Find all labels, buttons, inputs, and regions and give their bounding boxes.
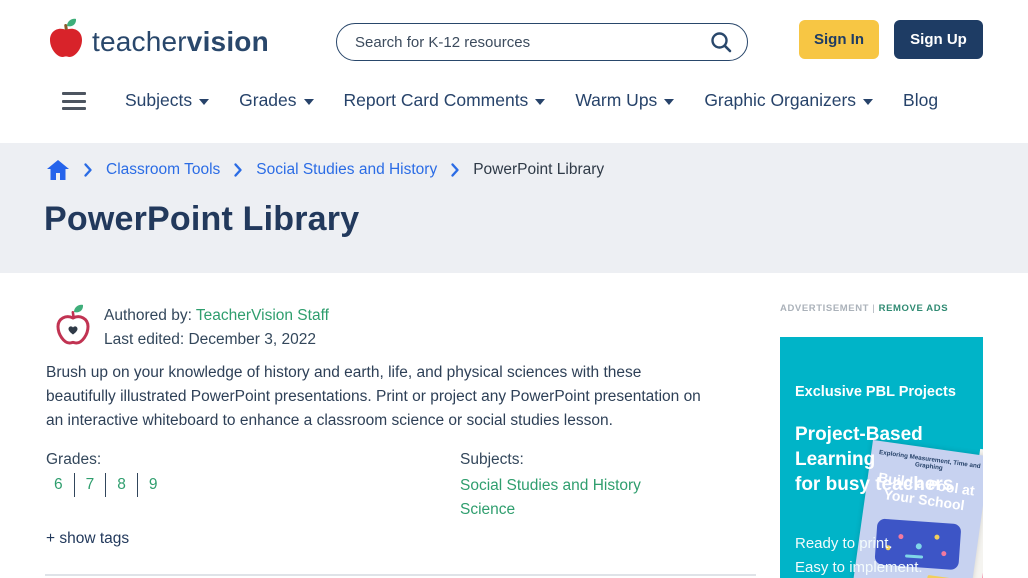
hamburger-menu-icon[interactable]	[62, 92, 86, 110]
ad-headline: Project-Based Learning for busy teachers	[795, 422, 953, 497]
nav-item-report-card-comments[interactable]: Report Card Comments	[344, 90, 546, 111]
nav-item-grades[interactable]: Grades	[239, 90, 313, 111]
breadcrumb: Classroom Tools Social Studies and Histo…	[46, 159, 604, 181]
authored-by-label: Authored by:	[104, 307, 196, 324]
author-link[interactable]: TeacherVision Staff	[196, 307, 329, 324]
last-edited: Last edited: December 3, 2022	[104, 328, 329, 352]
show-tags-link[interactable]: + show tags	[46, 530, 129, 548]
chevron-down-icon	[664, 99, 674, 105]
ad-label-row: ADVERTISEMENT | REMOVE ADS	[780, 303, 948, 314]
search-bar[interactable]	[336, 23, 748, 61]
breadcrumb-current: PowerPoint Library	[473, 161, 604, 179]
sign-up-button[interactable]: Sign Up	[894, 20, 983, 59]
author-apple-icon	[54, 303, 92, 354]
grades-label: Grades:	[46, 451, 101, 469]
home-icon[interactable]	[46, 159, 70, 181]
nav-item-blog[interactable]: Blog	[903, 90, 938, 111]
search-icon[interactable]	[709, 30, 733, 54]
grades-list: 6 7 8 9	[48, 473, 169, 497]
breadcrumb-link-social-studies[interactable]: Social Studies and History	[256, 161, 437, 179]
page-title: PowerPoint Library	[44, 200, 359, 239]
ad-body-line-2: Easy to implement.	[795, 559, 923, 576]
nav-item-warm-ups[interactable]: Warm Ups	[575, 90, 674, 111]
subjects-label: Subjects:	[460, 451, 524, 469]
chevron-down-icon	[304, 99, 314, 105]
subjects-list: Social Studies and History Science	[460, 474, 641, 522]
ad-body-line-1: Ready to print.	[795, 535, 893, 552]
search-input[interactable]	[355, 34, 709, 51]
advertisement-banner[interactable]: Exploring Measurement, Time and Graphing…	[780, 337, 983, 578]
main-nav: Subjects Grades Report Card Comments War…	[125, 90, 938, 111]
grade-link-9[interactable]: 9	[137, 473, 169, 497]
logo-wordmark: teachervision	[92, 26, 269, 58]
chevron-right-icon	[83, 162, 93, 178]
chevron-down-icon	[535, 99, 545, 105]
apple-logo-icon	[48, 18, 84, 65]
advertisement-label: ADVERTISEMENT	[780, 303, 869, 314]
nav-item-graphic-organizers[interactable]: Graphic Organizers	[704, 90, 873, 111]
remove-ads-link[interactable]: REMOVE ADS	[879, 303, 949, 314]
subject-link-social-studies[interactable]: Social Studies and History	[460, 474, 641, 498]
breadcrumb-link-classroom-tools[interactable]: Classroom Tools	[106, 161, 220, 179]
chevron-right-icon	[233, 162, 243, 178]
grade-link-8[interactable]: 8	[105, 473, 137, 497]
subject-link-science[interactable]: Science	[460, 498, 641, 522]
grade-link-6[interactable]: 6	[48, 473, 74, 497]
article-description: Brush up on your knowledge of history an…	[46, 361, 714, 433]
author-block: Authored by: TeacherVision Staff Last ed…	[104, 304, 329, 352]
sign-in-button[interactable]: Sign In	[799, 20, 879, 59]
ad-eyebrow: Exclusive PBL Projects	[795, 384, 956, 400]
teachervision-logo[interactable]: teachervision	[48, 18, 269, 65]
grade-link-7[interactable]: 7	[74, 473, 106, 497]
chevron-right-icon	[450, 162, 460, 178]
chevron-down-icon	[863, 99, 873, 105]
nav-item-subjects[interactable]: Subjects	[125, 90, 209, 111]
chevron-down-icon	[199, 99, 209, 105]
content-divider	[45, 574, 756, 576]
